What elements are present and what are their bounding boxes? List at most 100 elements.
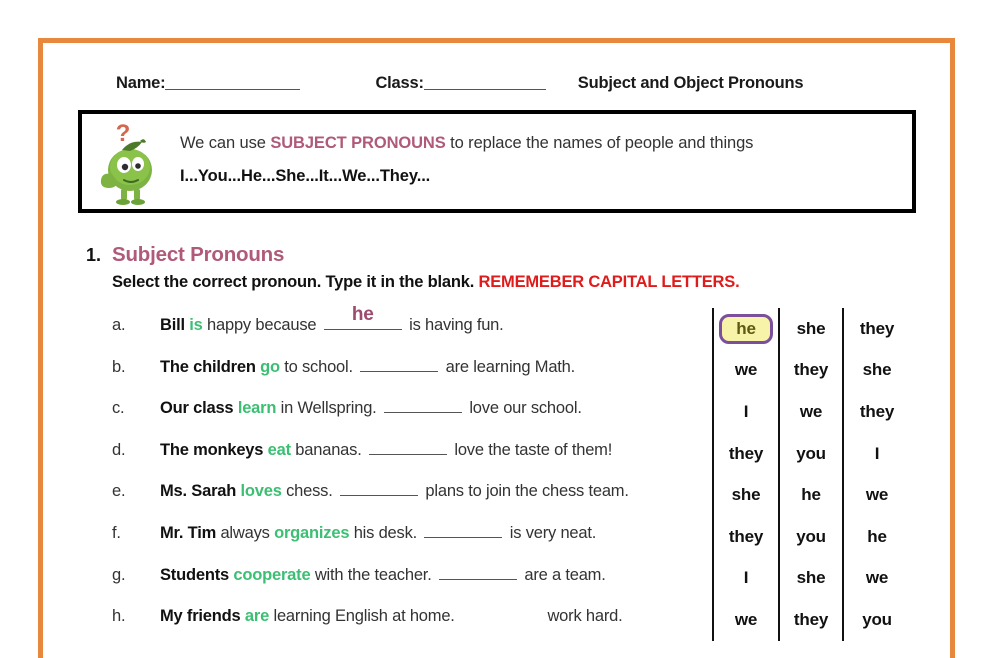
choice-label: you xyxy=(796,526,826,546)
answer-blank[interactable] xyxy=(462,608,540,621)
choice-cell[interactable]: they xyxy=(842,308,910,350)
answer-blank[interactable]: he xyxy=(323,304,402,330)
choice-label: you xyxy=(796,443,826,463)
choice-cell-selected[interactable]: he xyxy=(712,308,778,350)
question-letter: c. xyxy=(112,399,125,418)
choice-cell[interactable]: you xyxy=(842,599,910,641)
question-verb: go xyxy=(260,357,280,376)
section-title: Subject Pronouns xyxy=(112,243,285,266)
question-tail-text: is very neat. xyxy=(505,523,597,542)
question-tail-text: love the taste of them! xyxy=(449,440,613,459)
question-row: e. Ms. Sarah loves chess. plans to join t… xyxy=(112,482,702,524)
question-letter: f. xyxy=(112,523,121,542)
choice-label: I xyxy=(743,568,749,588)
tip-box: ? We can use SUBJECT PRONOUNS to replace… xyxy=(78,110,916,213)
tip-line1-after: to replace the names of people and thing… xyxy=(445,133,754,152)
worksheet-title: Subject and Object Pronouns xyxy=(577,73,804,92)
question-sentence: The children go to school. are learning … xyxy=(160,358,575,377)
choice-cell[interactable]: they xyxy=(712,515,778,558)
question-subject: Ms. Sarah xyxy=(160,482,237,501)
question-verb: are xyxy=(244,607,270,626)
choice-label: they xyxy=(859,318,895,338)
choice-cell[interactable]: they xyxy=(712,432,778,475)
choice-label: I xyxy=(874,443,880,463)
choice-cell[interactable]: he xyxy=(778,474,842,516)
choice-cell[interactable]: he xyxy=(842,515,910,558)
tip-line1-accent: SUBJECT PRONOUNS xyxy=(270,133,446,152)
question-sentence: Mr. Tim always organizes his desk. is ve… xyxy=(160,524,596,543)
question-letter: b. xyxy=(112,357,126,376)
question-verb: loves xyxy=(240,482,282,501)
question-middle-text: with the teacher. xyxy=(310,565,436,584)
tip-line-2: I...You...He...She...It...We...They... xyxy=(180,166,431,185)
question-verb: organizes xyxy=(274,523,350,542)
choice-cell[interactable]: I xyxy=(712,557,778,600)
choice-cell[interactable]: they xyxy=(778,599,842,641)
question-row: c. Our class learn in Wellspring. love ou… xyxy=(112,399,702,441)
choice-cell[interactable]: they xyxy=(778,349,842,392)
choice-label: he xyxy=(801,485,821,505)
answer-blank[interactable] xyxy=(383,399,462,414)
choice-cell[interactable]: we xyxy=(842,474,910,516)
question-verb: learn xyxy=(237,399,277,418)
choice-label: she xyxy=(796,318,826,338)
question-tail-text: are learning Math. xyxy=(441,357,576,376)
name-blank[interactable] xyxy=(165,76,301,90)
answer-blank[interactable] xyxy=(438,566,517,580)
answer-blank[interactable] xyxy=(424,524,503,538)
question-row: h. My friends are learning English at hom… xyxy=(112,607,702,649)
question-row: f. Mr. Tim always organizes his desk. is … xyxy=(112,524,702,566)
choice-label: they xyxy=(793,609,829,629)
section-heading: 1. Subject Pronouns xyxy=(86,243,916,267)
question-sentence: Students cooperate with the teacher. are… xyxy=(160,566,606,585)
choice-cell[interactable]: we xyxy=(712,599,778,641)
choice-cell[interactable]: she xyxy=(842,349,910,392)
choice-label: they xyxy=(728,526,764,546)
question-sentence: Our class learn in Wellspring. love our … xyxy=(160,399,582,418)
question-subject: Students xyxy=(160,565,229,584)
question-tail-text: work hard. xyxy=(543,607,623,626)
choice-cell[interactable]: I xyxy=(712,391,778,433)
question-middle-text: in Wellspring. xyxy=(276,399,381,418)
question-tail-text: is having fun. xyxy=(404,316,504,334)
svg-text:?: ? xyxy=(116,120,131,147)
choice-cell[interactable]: she xyxy=(778,308,842,350)
choice-label: I xyxy=(743,401,749,421)
question-middle-text: his desk. xyxy=(349,523,422,542)
choice-cell[interactable]: we xyxy=(712,349,778,392)
question-row: g. Students cooperate with the teacher. a… xyxy=(112,566,702,608)
question-subject: Bill xyxy=(160,316,185,334)
question-subject: Mr. Tim xyxy=(160,523,217,542)
question-middle-text: happy because xyxy=(202,316,321,334)
class-blank[interactable] xyxy=(423,76,546,90)
question-subject: The children xyxy=(160,357,256,376)
answer-blank[interactable] xyxy=(340,482,419,497)
choice-cell[interactable]: I xyxy=(842,432,910,475)
question-subject: The monkeys xyxy=(160,440,264,459)
question-middle-text: bananas. xyxy=(290,440,366,459)
question-tail-text: love our school. xyxy=(464,399,582,418)
question-preverb-text: always xyxy=(216,523,275,542)
question-sentence: The monkeys eat bananas. love the taste … xyxy=(160,441,612,460)
choice-cell[interactable]: we xyxy=(842,557,910,600)
typed-answer: he xyxy=(351,304,374,325)
choice-cell[interactable]: you xyxy=(778,432,842,475)
question-verb: is xyxy=(189,316,203,334)
choice-cell[interactable]: we xyxy=(778,391,842,433)
question-letter: h. xyxy=(112,607,126,626)
question-letter: g. xyxy=(112,565,126,584)
choice-cell[interactable]: they xyxy=(842,391,910,433)
choice-label: he xyxy=(867,526,887,546)
choice-label: we xyxy=(799,401,823,421)
question-middle-text: learning English at home. xyxy=(269,607,460,626)
question-middle-text: chess. xyxy=(281,482,338,501)
choice-cell[interactable]: you xyxy=(778,515,842,558)
question-row: b. The children go to school. are learnin… xyxy=(112,358,702,400)
choice-label: we xyxy=(865,485,889,505)
answer-blank[interactable] xyxy=(368,441,447,455)
choice-cell[interactable]: she xyxy=(712,474,778,516)
question-list: a. Bill is happy because he is having fun… xyxy=(112,304,702,649)
choice-label: they xyxy=(728,443,764,463)
choice-cell[interactable]: she xyxy=(778,557,842,600)
answer-blank[interactable] xyxy=(360,358,439,372)
